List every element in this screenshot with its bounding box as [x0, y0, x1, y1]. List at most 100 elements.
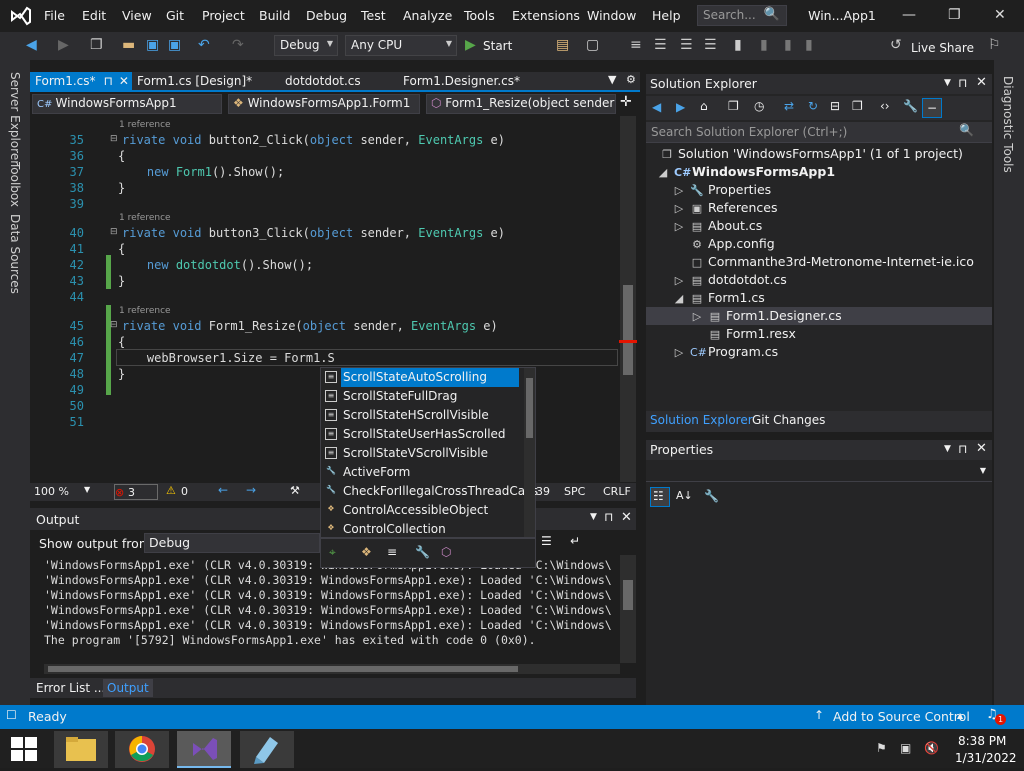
bookmark-next-icon[interactable]: ▮	[784, 37, 792, 53]
completion-item[interactable]: ≡ ScrollStateUserHasScrolled	[321, 425, 521, 444]
reference-lens[interactable]: 1 reference	[119, 213, 171, 223]
data-sources-tab[interactable]: Data Sources	[8, 214, 22, 294]
bookmark-icon[interactable]: ▮	[734, 37, 742, 53]
completion-item-selected[interactable]: ScrollStateAutoScrolling	[341, 368, 519, 387]
folder-icon[interactable]: ▤	[556, 37, 569, 53]
start-button[interactable]: Start	[483, 39, 512, 53]
output-hscroll-thumb[interactable]	[48, 666, 518, 672]
chevron-up-icon[interactable]: ▲	[957, 711, 963, 720]
windows-start-icon[interactable]	[10, 736, 38, 762]
browser-icon[interactable]: ▢	[586, 37, 599, 53]
toolbox-tab[interactable]: Toolbox	[8, 162, 22, 207]
properties-wrench-icon[interactable]: 🔧	[903, 99, 918, 113]
pin-icon[interactable]: ⊓	[958, 442, 967, 456]
tree-item[interactable]: ▷ C#Program.cs	[672, 343, 778, 361]
search-input[interactable]: Search... 🔍	[697, 5, 787, 26]
visual-studio-logo-icon[interactable]	[10, 6, 32, 26]
server-explorer-tab[interactable]: Server Explorer	[8, 72, 22, 165]
menu-debug[interactable]: Debug	[306, 8, 347, 23]
menu-git[interactable]: Git	[166, 8, 184, 23]
intellisense-popup[interactable]: ScrollStateAutoScrolling ≡ ≡ ScrollStateF…	[320, 367, 538, 538]
clock-date[interactable]: 1/31/2022	[955, 751, 1017, 765]
history-icon[interactable]: ◷	[754, 99, 764, 113]
chevron-down-icon[interactable]: ▼	[944, 444, 951, 454]
play-icon[interactable]: ▶	[465, 37, 476, 53]
maximize-icon[interactable]: ❐	[948, 7, 961, 23]
show-all-icon[interactable]: ❐	[852, 99, 863, 113]
settings-gear-icon[interactable]: ⚙	[626, 73, 636, 86]
back-icon[interactable]: ◀	[26, 37, 37, 53]
tree-item[interactable]: ⚙ App.config	[690, 235, 775, 253]
filter-snippet-icon[interactable]: ⌖	[329, 545, 336, 560]
redo-icon[interactable]: ↷	[232, 37, 244, 53]
forward-icon[interactable]: ▶	[58, 37, 69, 53]
warning-count[interactable]: 0	[181, 485, 188, 498]
diagnostic-tools-tab[interactable]: Diagnostic Tools	[1001, 76, 1015, 173]
tab-form1-design[interactable]: Form1.cs [Design]*	[132, 72, 272, 92]
line-ending-indicator[interactable]: CRLF	[603, 485, 631, 498]
tab-dotdotdot[interactable]: dotdotdot.cs	[280, 72, 390, 92]
filter-class-icon[interactable]: ❖	[361, 545, 372, 559]
tab-overflow-icon[interactable]: ▼	[608, 73, 616, 86]
file-explorer-app[interactable]	[54, 731, 108, 768]
whitespace-indicator[interactable]: SPC	[564, 485, 585, 498]
class-nav-combo[interactable]: ❖ WindowsFormsApp1.Form1	[228, 94, 420, 114]
undo-icon[interactable]: ↶	[198, 37, 210, 53]
tree-item[interactable]: ◢ ▤ Form1.cs	[672, 289, 765, 307]
bookmark-clear-icon[interactable]: ▮	[805, 37, 813, 53]
configuration-combo[interactable]: Debug ▼	[274, 35, 338, 56]
menu-help[interactable]: Help	[652, 8, 681, 23]
home-icon[interactable]: ⌂	[700, 99, 708, 113]
tab-git-changes[interactable]: Git Changes	[752, 413, 825, 427]
save-all-icon[interactable]: ▣	[168, 37, 181, 53]
output-scroll-thumb[interactable]	[623, 580, 633, 610]
clock-time[interactable]: 8:38 PM	[958, 734, 1006, 748]
tree-item[interactable]: □ Cornmanthe3rd-Metronome-Internet-ie.ico	[690, 253, 974, 271]
solution-search-input[interactable]: Search Solution Explorer (Ctrl+;) 🔍	[646, 122, 992, 143]
close-panel-icon[interactable]: ✕	[621, 510, 632, 525]
menu-view[interactable]: View	[122, 8, 152, 23]
preview-toggle[interactable]: −	[922, 98, 942, 118]
brush-icon[interactable]: ⚒	[290, 484, 300, 497]
volume-muted-icon[interactable]: 🔇	[924, 741, 939, 755]
completion-item[interactable]: ❖ ControlAccessibleObject	[321, 501, 521, 520]
notepad-app[interactable]	[240, 731, 294, 768]
collapse-all-icon[interactable]: ⊟	[830, 99, 840, 113]
pin-icon[interactable]: ⊓	[958, 76, 967, 90]
tree-item[interactable]: ▷ ▤ About.cs	[672, 217, 763, 235]
indent-icon[interactable]: ☰	[680, 37, 693, 53]
scrollbar-thumb[interactable]	[623, 285, 633, 375]
solutions-icon[interactable]: ❐	[728, 99, 739, 113]
network-icon[interactable]: ▣	[900, 741, 911, 755]
menu-extensions[interactable]: Extensions	[512, 8, 580, 23]
minimize-icon[interactable]: —	[902, 7, 916, 23]
pin-icon[interactable]: ⊓	[104, 74, 113, 88]
split-icon[interactable]: ✛	[620, 94, 632, 110]
tab-solution-explorer[interactable]: Solution Explorer	[650, 413, 753, 427]
live-share-button[interactable]: Live Share	[911, 41, 974, 55]
close-window-icon[interactable]: ✕	[994, 7, 1006, 23]
save-icon[interactable]: ▣	[146, 37, 159, 53]
collapse-icon[interactable]: ⊟	[110, 227, 118, 237]
close-panel-icon[interactable]: ✕	[976, 75, 987, 90]
completion-item[interactable]: 🔧 CheckForIllegalCrossThreadCalls	[321, 482, 538, 501]
tree-project[interactable]: ◢ C#WindowsFormsApp1	[656, 163, 835, 181]
menu-project[interactable]: Project	[202, 8, 245, 23]
platform-combo[interactable]: Any CPU ▼	[345, 35, 457, 56]
sync-icon[interactable]: ⇄	[784, 99, 794, 113]
tree-item[interactable]: ▷ ▣ References	[672, 199, 778, 217]
menu-edit[interactable]: Edit	[82, 8, 106, 23]
chevron-down-icon[interactable]: ▼	[590, 512, 597, 522]
tree-item[interactable]: ▤ Form1.resx	[708, 325, 796, 343]
completion-item[interactable]: 🔧 ActiveForm	[321, 463, 521, 482]
new-project-icon[interactable]: ❐	[90, 37, 103, 53]
filter-enum-icon[interactable]: ≡	[387, 545, 397, 559]
menu-test[interactable]: Test	[361, 8, 386, 23]
reference-lens[interactable]: 1 reference	[119, 306, 171, 316]
menu-analyze[interactable]: Analyze	[403, 8, 452, 23]
tab-form1-cs[interactable]: Form1.cs* ⊓ ✕	[30, 72, 132, 92]
filter-method-icon[interactable]: ⬡	[441, 545, 451, 559]
close-panel-icon[interactable]: ✕	[976, 441, 987, 456]
bookmark-prev-icon[interactable]: ▮	[760, 37, 768, 53]
menu-window[interactable]: Window	[587, 8, 636, 23]
